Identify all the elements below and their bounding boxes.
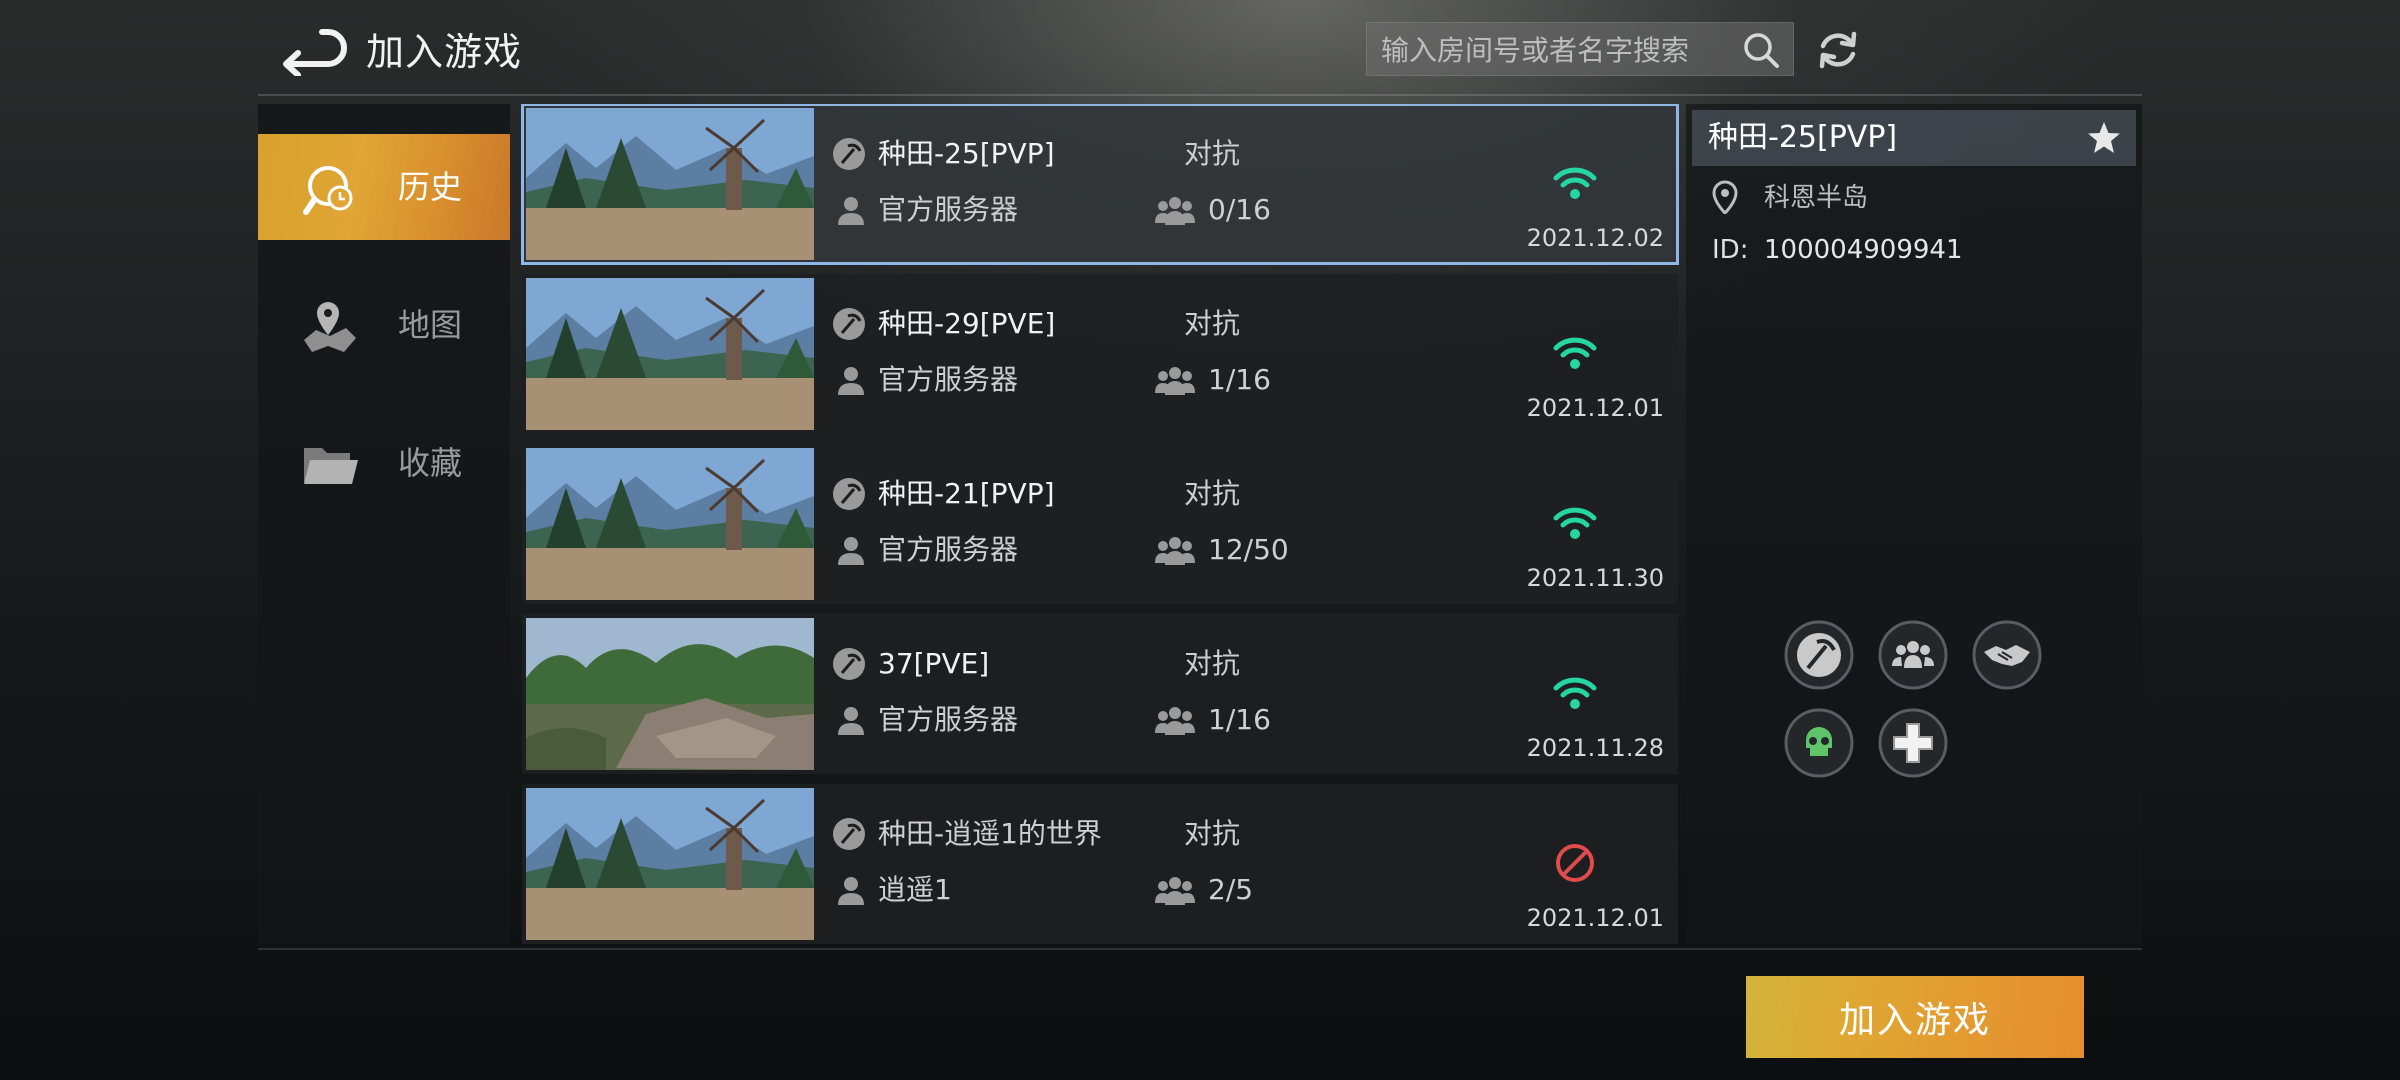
server-owner: 官方服务器 xyxy=(878,363,1019,396)
user-icon xyxy=(838,197,864,225)
user-icon xyxy=(838,537,864,565)
last-played-date: 2021.11.28 xyxy=(1526,734,1664,762)
server-thumbnail xyxy=(526,788,814,940)
game-mode: 对抗 xyxy=(1184,817,1241,850)
server-row[interactable]: 种田-29[PVE] 官方服务器 对抗 1/16 2021.12.01 xyxy=(522,274,1678,434)
last-played-date: 2021.12.02 xyxy=(1526,224,1664,252)
player-count: 1/16 xyxy=(1208,703,1271,736)
detail-id-label: ID: xyxy=(1712,235,1749,265)
server-name: 种田-29[PVE] xyxy=(878,307,1056,340)
location-pin-icon xyxy=(1712,180,1738,214)
game-mode: 对抗 xyxy=(1184,647,1241,680)
player-count: 2/5 xyxy=(1208,873,1254,906)
sidebar-item-label: 地图 xyxy=(398,306,463,344)
server-name: 种田-25[PVP] xyxy=(878,137,1055,170)
join-game-button[interactable]: 加入游戏 xyxy=(1746,976,2084,1058)
user-icon xyxy=(838,707,864,735)
detail-header: 种田-25[PVP] xyxy=(1692,110,2136,166)
user-icon xyxy=(838,877,864,905)
offline-icon xyxy=(1556,844,1594,882)
game-mode: 对抗 xyxy=(1184,477,1241,510)
detail-server-name: 种田-25[PVP] xyxy=(1708,120,1898,155)
game-mode: 对抗 xyxy=(1184,307,1241,340)
player-count: 1/16 xyxy=(1208,363,1271,396)
pickaxe-icon xyxy=(833,818,865,850)
detail-server-id: 100004909941 xyxy=(1764,235,1963,265)
map-icon xyxy=(304,302,356,352)
signal-icon xyxy=(1553,337,1597,369)
server-detail-panel: 种田-25[PVP] 科恩半岛 ID: 100004909941 xyxy=(1686,104,2142,944)
back-arrow-icon xyxy=(283,29,347,78)
sidebar-item-label: 历史 xyxy=(398,168,463,206)
sidebar-item-map[interactable]: 地图 xyxy=(258,272,510,378)
user-icon xyxy=(838,367,864,395)
join-game-button-label: 加入游戏 xyxy=(1838,1000,1991,1041)
server-owner: 逍遥1 xyxy=(878,873,952,906)
sidebar-item-label: 收藏 xyxy=(398,444,463,482)
server-thumbnail xyxy=(526,448,814,600)
players-icon xyxy=(1155,877,1195,905)
back-button[interactable] xyxy=(278,26,348,78)
players-icon xyxy=(1155,197,1195,225)
team-icon xyxy=(1878,620,1948,690)
server-owner: 官方服务器 xyxy=(878,703,1019,736)
server-row[interactable]: 种田-21[PVP] 官方服务器 对抗 12/50 2021.11.30 xyxy=(522,444,1678,604)
sidebar: 历史 地图 收藏 xyxy=(258,104,510,944)
player-count: 12/50 xyxy=(1208,533,1289,566)
header-divider xyxy=(258,94,2142,96)
server-row[interactable]: 37[PVE] 官方服务器 对抗 1/16 2021.11.28 xyxy=(522,614,1678,774)
server-thumbnail xyxy=(526,618,814,770)
server-row[interactable]: 种田-25[PVP] 官方服务器 对抗 0/16 2021.12.02 xyxy=(521,104,1679,265)
sidebar-item-favorites[interactable]: 收藏 xyxy=(258,410,510,516)
detail-map-name: 科恩半岛 xyxy=(1764,183,1869,213)
players-icon xyxy=(1155,367,1195,395)
pickaxe-icon xyxy=(833,308,865,340)
handshake-icon xyxy=(1972,620,2042,690)
search-icon[interactable] xyxy=(1741,30,1781,70)
server-thumbnail xyxy=(526,108,814,260)
player-count: 0/16 xyxy=(1208,193,1271,226)
players-icon xyxy=(1155,707,1195,735)
last-played-date: 2021.12.01 xyxy=(1526,904,1664,932)
sidebar-item-history[interactable]: 历史 xyxy=(258,134,510,240)
game-mode: 对抗 xyxy=(1184,137,1241,170)
refresh-icon[interactable] xyxy=(1814,26,1862,74)
server-name: 种田-21[PVP] xyxy=(878,477,1055,510)
pickaxe-icon xyxy=(833,138,865,170)
server-owner: 官方服务器 xyxy=(878,193,1019,226)
pickaxe-icon xyxy=(833,648,865,680)
server-list: 种田-25[PVP] 官方服务器 对抗 0/16 2021.12.02 种田-2… xyxy=(520,104,1680,944)
star-icon[interactable] xyxy=(2086,120,2122,156)
medical-cross-icon xyxy=(1878,708,1948,778)
search-box[interactable] xyxy=(1366,22,1794,77)
server-owner: 官方服务器 xyxy=(878,533,1019,566)
footer-divider xyxy=(258,948,2142,950)
signal-icon xyxy=(1553,507,1597,539)
last-played-date: 2021.12.01 xyxy=(1526,394,1664,422)
server-thumbnail xyxy=(526,278,814,430)
last-played-date: 2021.11.30 xyxy=(1526,564,1664,592)
search-input[interactable] xyxy=(1381,23,1721,77)
skull-icon xyxy=(1784,708,1854,778)
folder-icon xyxy=(304,448,358,484)
server-name: 37[PVE] xyxy=(878,647,990,680)
pickaxe-icon xyxy=(1784,620,1854,690)
players-icon xyxy=(1155,537,1195,565)
signal-icon xyxy=(1553,677,1597,709)
history-icon xyxy=(303,166,353,215)
server-name: 种田-逍遥1的世界 xyxy=(878,817,1102,850)
signal-icon xyxy=(1553,167,1597,199)
pickaxe-icon xyxy=(833,478,865,510)
header: 加入游戏 xyxy=(0,0,2400,100)
server-row[interactable]: 种田-逍遥1的世界 逍遥1 对抗 2/5 2021.12.01 xyxy=(522,784,1678,944)
page-title: 加入游戏 xyxy=(366,30,523,74)
